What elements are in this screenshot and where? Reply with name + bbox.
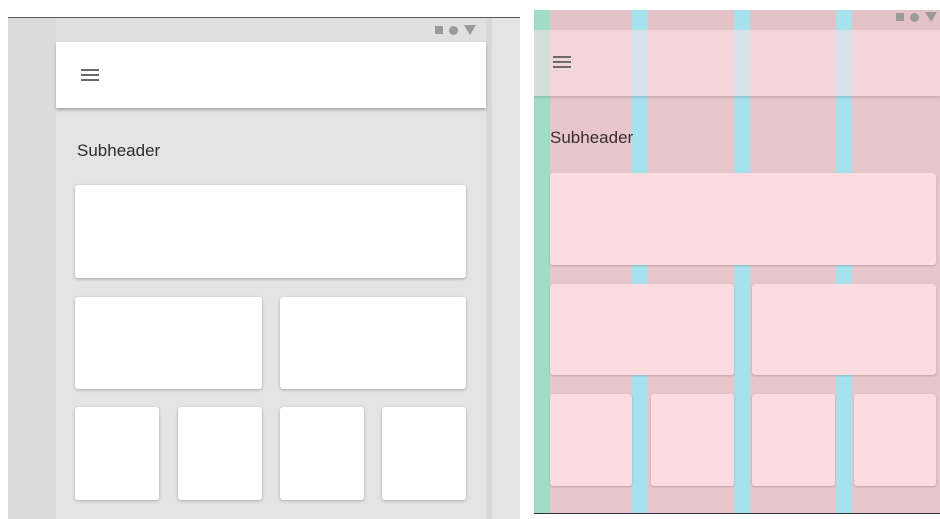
bottom-border (534, 513, 940, 514)
grid-overlay-panel: Subheader (534, 0, 940, 519)
card-quarter-3[interactable] (280, 407, 364, 500)
card-half-right[interactable] (752, 284, 936, 375)
menu-icon[interactable] (81, 69, 99, 81)
subheader: Subheader (550, 128, 634, 147)
card-quarter-4[interactable] (854, 394, 936, 486)
card-quarter-2[interactable] (651, 394, 734, 486)
circle-icon (449, 25, 458, 35)
status-bar (56, 18, 486, 42)
card-half-right[interactable] (280, 297, 466, 389)
card-full-width[interactable] (550, 173, 936, 265)
layout-preview-panel: Subheader (0, 0, 520, 519)
card-half-left[interactable] (75, 297, 262, 389)
menu-icon[interactable] (553, 56, 571, 68)
circle-icon (910, 12, 919, 22)
app-bar (56, 42, 486, 108)
right-rail (486, 18, 492, 519)
card-quarter-1[interactable] (75, 407, 159, 500)
triangle-icon (464, 25, 476, 35)
card-quarter-4[interactable] (382, 407, 466, 500)
square-icon (435, 26, 443, 34)
triangle-icon (925, 12, 937, 22)
card-half-left[interactable] (550, 284, 734, 375)
app-bar (534, 30, 940, 96)
card-quarter-2[interactable] (178, 407, 262, 500)
card-quarter-1[interactable] (550, 394, 632, 486)
status-icons (435, 25, 476, 35)
status-icons (896, 12, 937, 22)
subheader: Subheader (77, 141, 161, 160)
square-icon (896, 13, 904, 21)
card-full-width[interactable] (75, 185, 466, 278)
card-quarter-3[interactable] (752, 394, 835, 486)
left-rail (8, 18, 56, 519)
